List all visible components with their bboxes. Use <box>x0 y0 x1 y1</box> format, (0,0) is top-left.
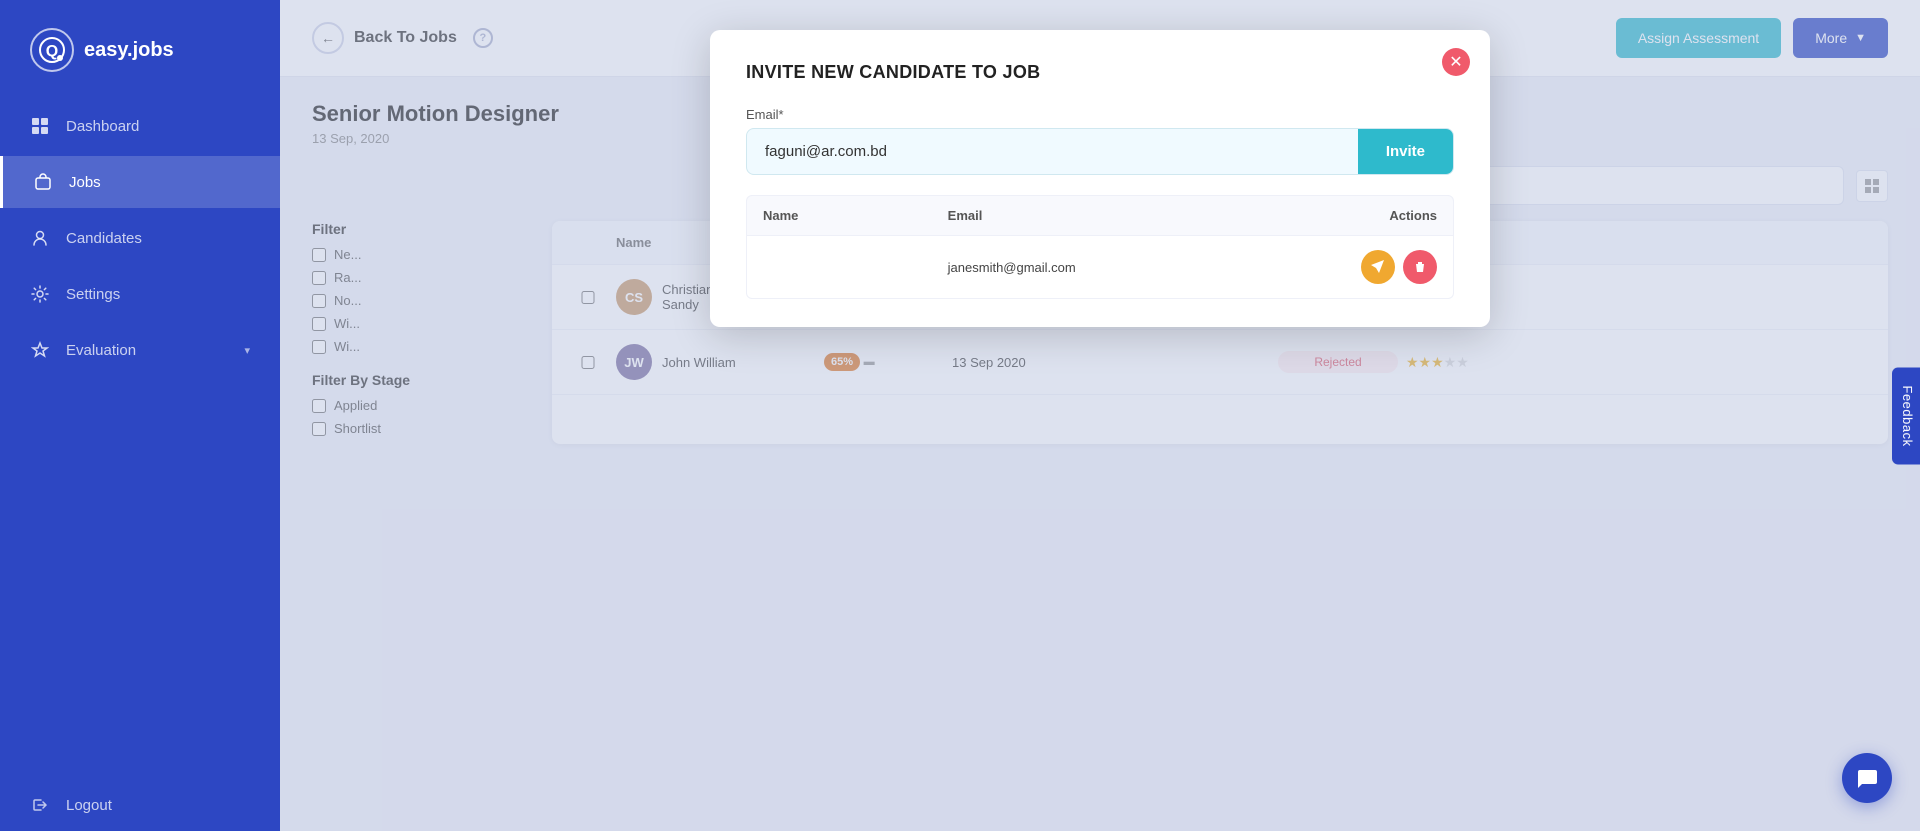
logout-label: Logout <box>66 797 112 814</box>
sidebar: Q easy.jobs Dashboard Jobs Candidates <box>0 0 280 831</box>
sidebar-item-jobs[interactable]: Jobs <box>0 156 280 208</box>
dashboard-label: Dashboard <box>66 118 139 135</box>
invited-actions <box>1317 250 1437 284</box>
modal-overlay: INVITE NEW CANDIDATE TO JOB ✕ Email* Inv… <box>280 0 1920 831</box>
logo-icon: Q <box>30 28 74 72</box>
invited-col-email: Email <box>948 208 1317 223</box>
dashboard-icon <box>30 116 50 136</box>
candidates-icon <box>30 228 50 248</box>
sidebar-item-settings[interactable]: Settings <box>0 268 280 320</box>
settings-label: Settings <box>66 286 120 303</box>
jobs-icon <box>33 172 53 192</box>
svg-text:Q: Q <box>46 43 58 60</box>
delete-invite-button[interactable] <box>1403 250 1437 284</box>
email-input[interactable] <box>747 129 1358 174</box>
chat-bubble[interactable] <box>1842 753 1892 803</box>
main-content: ← Back To Jobs ? Assign Assessment More … <box>280 0 1920 831</box>
jobs-label: Jobs <box>69 174 101 191</box>
settings-icon <box>30 284 50 304</box>
invite-button[interactable]: Invite <box>1358 129 1453 174</box>
invited-col-actions: Actions <box>1317 208 1437 223</box>
evaluation-icon <box>30 340 50 360</box>
sidebar-bottom: Logout <box>0 779 280 831</box>
invited-email: janesmith@gmail.com <box>948 260 1317 275</box>
invite-modal: INVITE NEW CANDIDATE TO JOB ✕ Email* Inv… <box>710 30 1490 327</box>
sidebar-item-candidates[interactable]: Candidates <box>0 212 280 264</box>
logo-area: Q easy.jobs <box>0 0 280 100</box>
evaluation-label: Evaluation <box>66 342 136 359</box>
feedback-tab[interactable]: Feedback <box>1892 367 1920 464</box>
logout-icon <box>30 795 50 815</box>
sidebar-nav: Dashboard Jobs Candidates Settings Evalu… <box>0 100 280 376</box>
invited-row: janesmith@gmail.com <box>746 236 1454 299</box>
invite-input-row: Invite <box>746 128 1454 175</box>
candidates-label: Candidates <box>66 230 142 247</box>
send-invite-button[interactable] <box>1361 250 1395 284</box>
sidebar-item-logout[interactable]: Logout <box>0 779 280 831</box>
email-label: Email* <box>746 107 1454 122</box>
sidebar-item-dashboard[interactable]: Dashboard <box>0 100 280 152</box>
logo-text: easy.jobs <box>84 39 174 62</box>
modal-close-button[interactable]: ✕ <box>1442 48 1470 76</box>
invited-col-name: Name <box>763 208 948 223</box>
invited-table-header: Name Email Actions <box>746 195 1454 236</box>
sidebar-item-evaluation[interactable]: Evaluation ▾ <box>0 324 280 376</box>
evaluation-chevron: ▾ <box>244 344 250 357</box>
modal-title: INVITE NEW CANDIDATE TO JOB <box>746 62 1454 83</box>
